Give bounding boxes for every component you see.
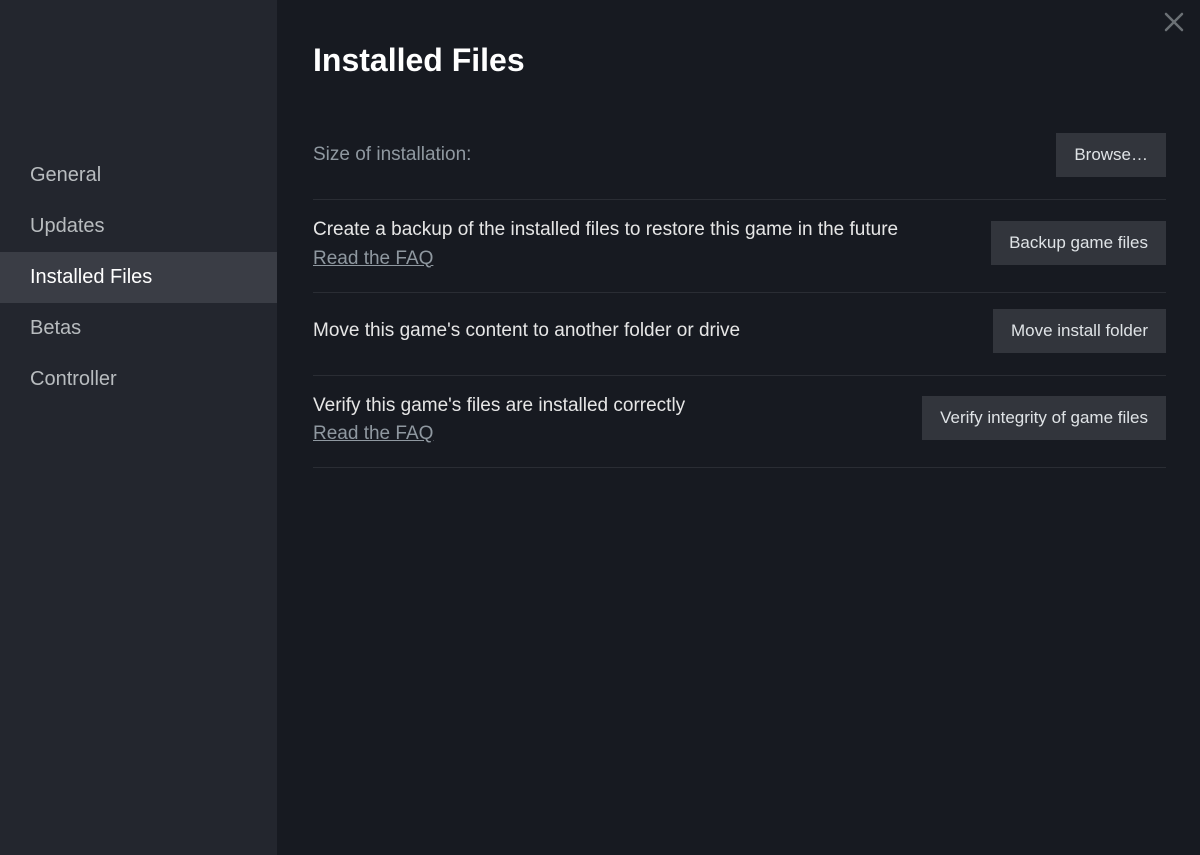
move-button[interactable]: Move install folder (993, 309, 1166, 353)
backup-description: Create a backup of the installed files t… (313, 216, 971, 244)
size-row: Size of installation: Browse… (313, 117, 1166, 200)
sidebar: General Updates Installed Files Betas Co… (0, 0, 277, 855)
sidebar-item-updates[interactable]: Updates (0, 201, 277, 252)
close-icon[interactable] (1162, 10, 1186, 34)
sidebar-item-installed-files[interactable]: Installed Files (0, 252, 277, 303)
move-row: Move this game's content to another fold… (313, 293, 1166, 376)
page-title: Installed Files (313, 42, 1166, 79)
main-panel: Installed Files Size of installation: Br… (277, 0, 1200, 855)
browse-button[interactable]: Browse… (1056, 133, 1166, 177)
properties-dialog: General Updates Installed Files Betas Co… (0, 0, 1200, 855)
move-description: Move this game's content to another fold… (313, 317, 973, 345)
sidebar-item-betas[interactable]: Betas (0, 303, 277, 354)
sidebar-item-controller[interactable]: Controller (0, 354, 277, 405)
backup-button[interactable]: Backup game files (991, 221, 1166, 265)
verify-faq-link[interactable]: Read the FAQ (313, 423, 433, 445)
verify-row: Verify this game's files are installed c… (313, 376, 1166, 469)
size-label: Size of installation: (313, 144, 471, 165)
backup-faq-link[interactable]: Read the FAQ (313, 248, 433, 270)
backup-row: Create a backup of the installed files t… (313, 200, 1166, 293)
verify-button[interactable]: Verify integrity of game files (922, 396, 1166, 440)
verify-description: Verify this game's files are installed c… (313, 392, 902, 420)
sidebar-item-general[interactable]: General (0, 150, 277, 201)
